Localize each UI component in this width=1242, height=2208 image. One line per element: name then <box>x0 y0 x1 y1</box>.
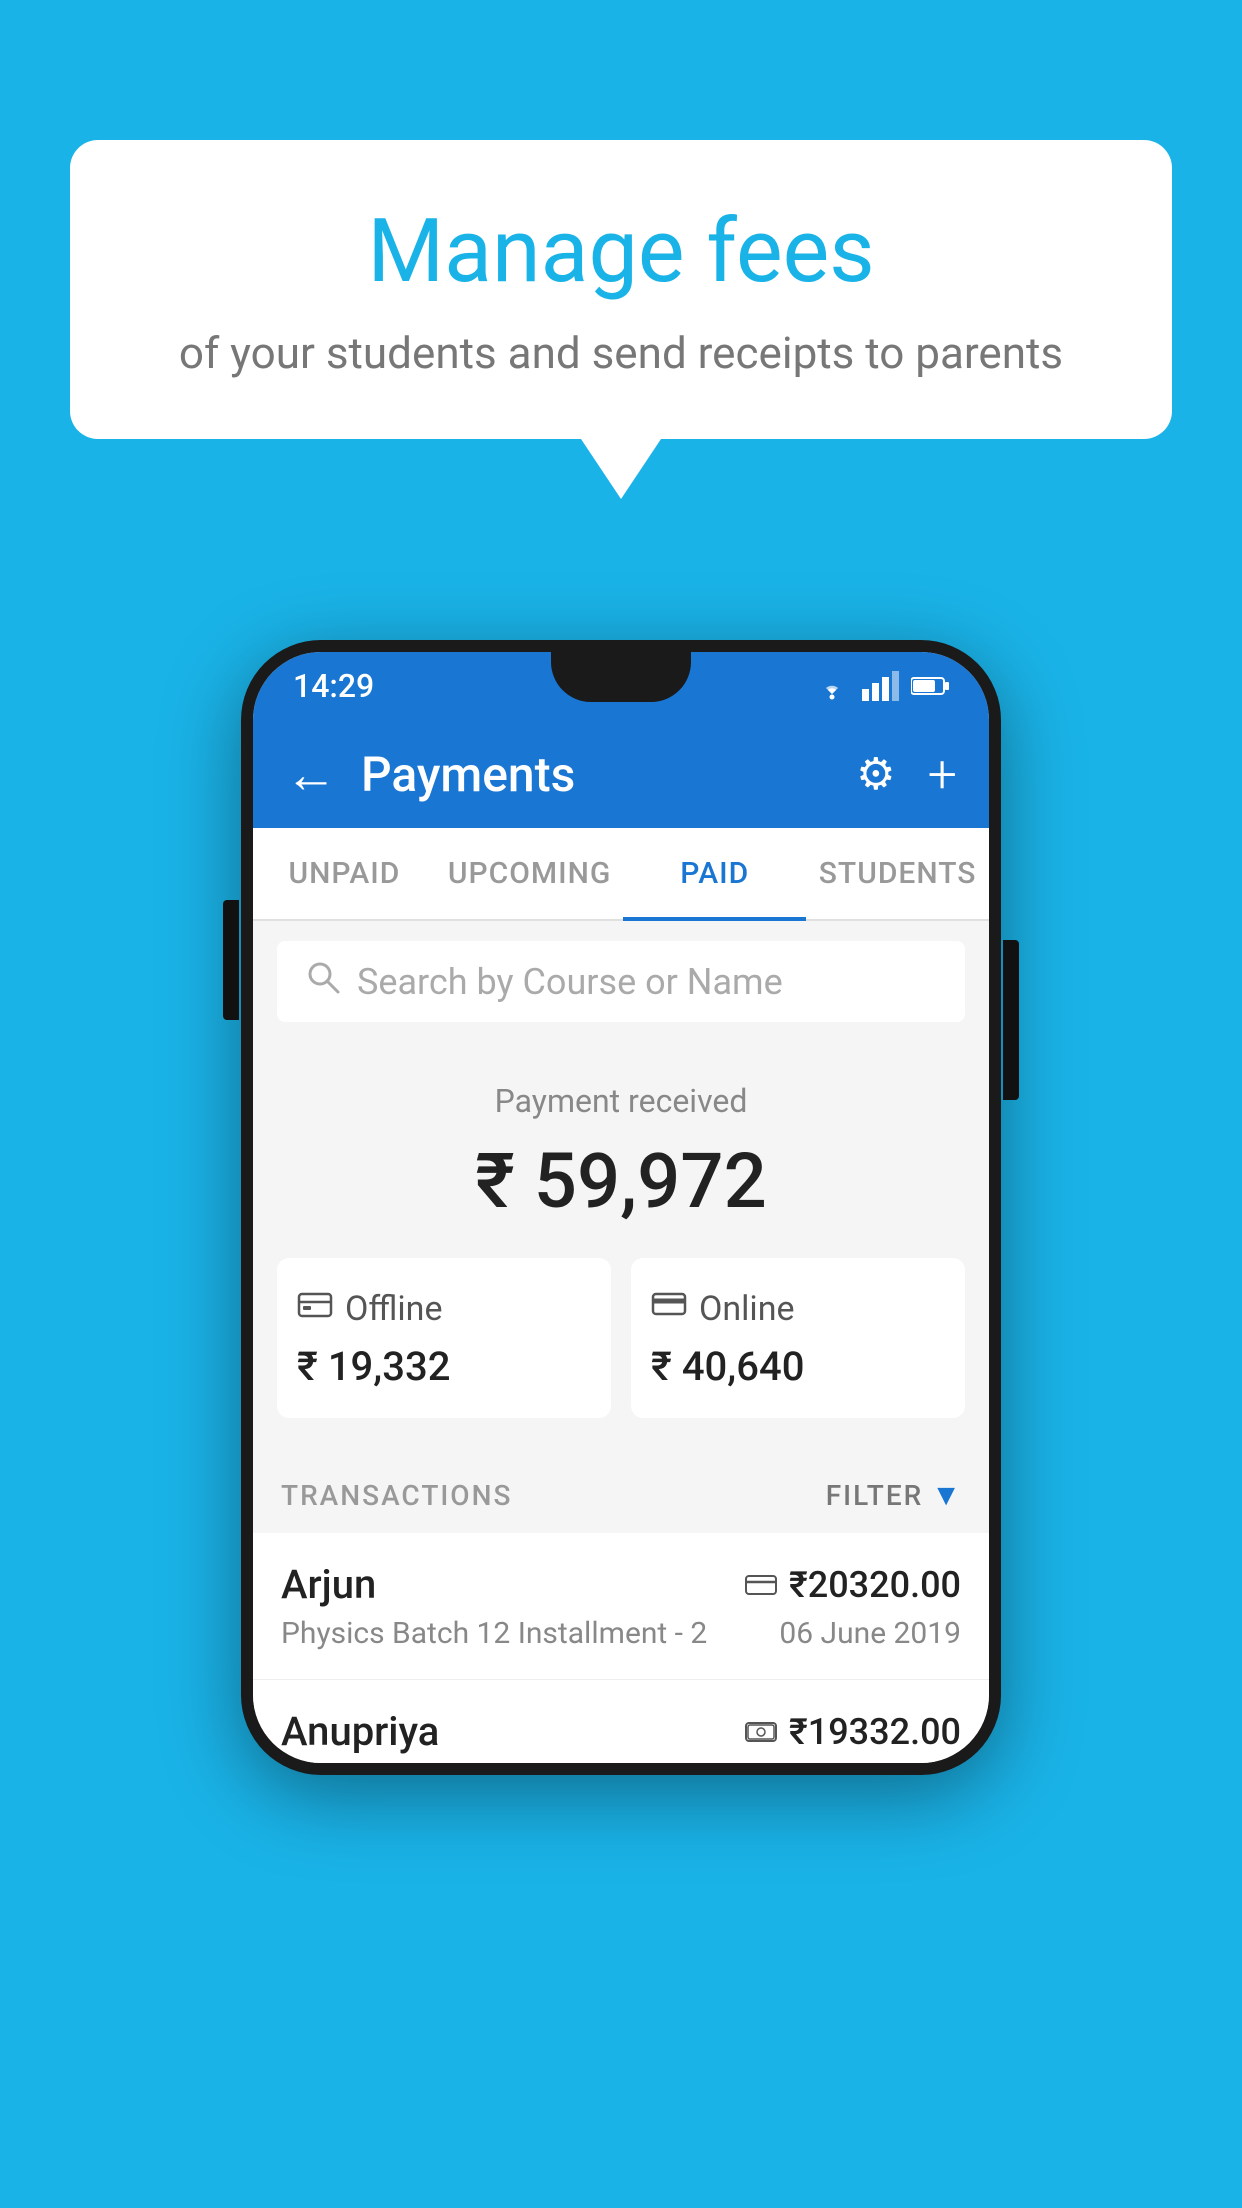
transaction-bottom: Physics Batch 12 Installment - 2 06 June… <box>281 1616 961 1651</box>
add-icon[interactable]: + <box>928 744 957 805</box>
transactions-header: TRANSACTIONS FILTER ▼ <box>253 1458 989 1533</box>
back-button[interactable]: ← <box>285 744 337 805</box>
transaction-course: Physics Batch 12 Installment - 2 <box>281 1616 707 1651</box>
app-bar-actions: ⚙ + <box>856 744 957 805</box>
search-icon <box>305 959 341 1004</box>
payment-cards: Offline ₹ 19,332 <box>277 1258 965 1418</box>
signal-icon <box>862 671 899 701</box>
filter-label: FILTER <box>826 1479 924 1512</box>
offline-label: Offline <box>345 1289 442 1329</box>
status-time: 14:29 <box>293 667 374 705</box>
status-bar: 14:29 <box>253 652 989 720</box>
hero-subtitle: of your students and send receipts to pa… <box>150 327 1092 379</box>
tab-students[interactable]: STUDENTS <box>806 828 989 919</box>
online-payment-card: Online ₹ 40,640 <box>631 1258 965 1418</box>
payment-summary: Payment received ₹ 59,972 <box>253 1042 989 1458</box>
card-payment-icon <box>745 1566 777 1604</box>
payment-received-label: Payment received <box>277 1082 965 1120</box>
transaction-name: Anupriya <box>281 1708 439 1755</box>
transaction-row[interactable]: Anupriya ₹19332.00 <box>253 1680 989 1763</box>
hero-title: Manage fees <box>150 200 1092 303</box>
transaction-date: 06 June 2019 <box>779 1616 961 1651</box>
tabs-bar: UNPAID UPCOMING PAID STUDENTS <box>253 828 989 921</box>
battery-icon <box>911 675 949 697</box>
transaction-top: Anupriya ₹19332.00 <box>281 1708 961 1755</box>
app-bar: ← Payments ⚙ + <box>253 720 989 828</box>
transaction-name: Arjun <box>281 1561 376 1608</box>
offline-card-header: Offline <box>297 1286 591 1331</box>
search-bar[interactable]: Search by Course or Name <box>277 941 965 1022</box>
wifi-icon <box>814 672 850 700</box>
tab-unpaid[interactable]: UNPAID <box>253 828 436 919</box>
transactions-label: TRANSACTIONS <box>281 1479 512 1512</box>
payment-total-amount: ₹ 59,972 <box>277 1136 965 1226</box>
tab-paid[interactable]: PAID <box>623 828 806 919</box>
transaction-row[interactable]: Arjun ₹20320.00 <box>253 1533 989 1680</box>
status-icons <box>814 671 949 701</box>
transaction-amount-container: ₹20320.00 <box>745 1564 961 1606</box>
offline-amount: ₹ 19,332 <box>297 1343 591 1390</box>
transaction-amount: ₹19332.00 <box>789 1711 961 1753</box>
offline-payment-icon <box>297 1286 333 1331</box>
hero-section: Manage fees of your students and send re… <box>70 140 1172 499</box>
settings-icon[interactable]: ⚙ <box>856 748 895 800</box>
transaction-amount: ₹20320.00 <box>789 1564 961 1606</box>
online-amount: ₹ 40,640 <box>651 1343 945 1390</box>
transactions-list: Arjun ₹20320.00 <box>253 1533 989 1763</box>
transaction-amount-container: ₹19332.00 <box>745 1711 961 1753</box>
speech-bubble-arrow <box>581 439 661 499</box>
online-label: Online <box>699 1289 795 1329</box>
transaction-top: Arjun ₹20320.00 <box>281 1561 961 1608</box>
online-card-header: Online <box>651 1286 945 1331</box>
page-title: Payments <box>361 746 856 803</box>
online-payment-icon <box>651 1286 687 1331</box>
phone-frame: 14:29 <box>241 640 1001 1775</box>
search-section: Search by Course or Name <box>253 921 989 1042</box>
cash-payment-icon <box>745 1713 777 1751</box>
offline-payment-card: Offline ₹ 19,332 <box>277 1258 611 1418</box>
speech-bubble: Manage fees of your students and send re… <box>70 140 1172 439</box>
phone-mockup: 14:29 <box>241 640 1001 1775</box>
notch <box>551 652 691 702</box>
search-input[interactable]: Search by Course or Name <box>357 961 783 1003</box>
tab-upcoming[interactable]: UPCOMING <box>436 828 623 919</box>
phone-screen: 14:29 <box>253 652 989 1763</box>
filter-button[interactable]: FILTER ▼ <box>826 1478 961 1513</box>
filter-icon: ▼ <box>931 1478 961 1513</box>
